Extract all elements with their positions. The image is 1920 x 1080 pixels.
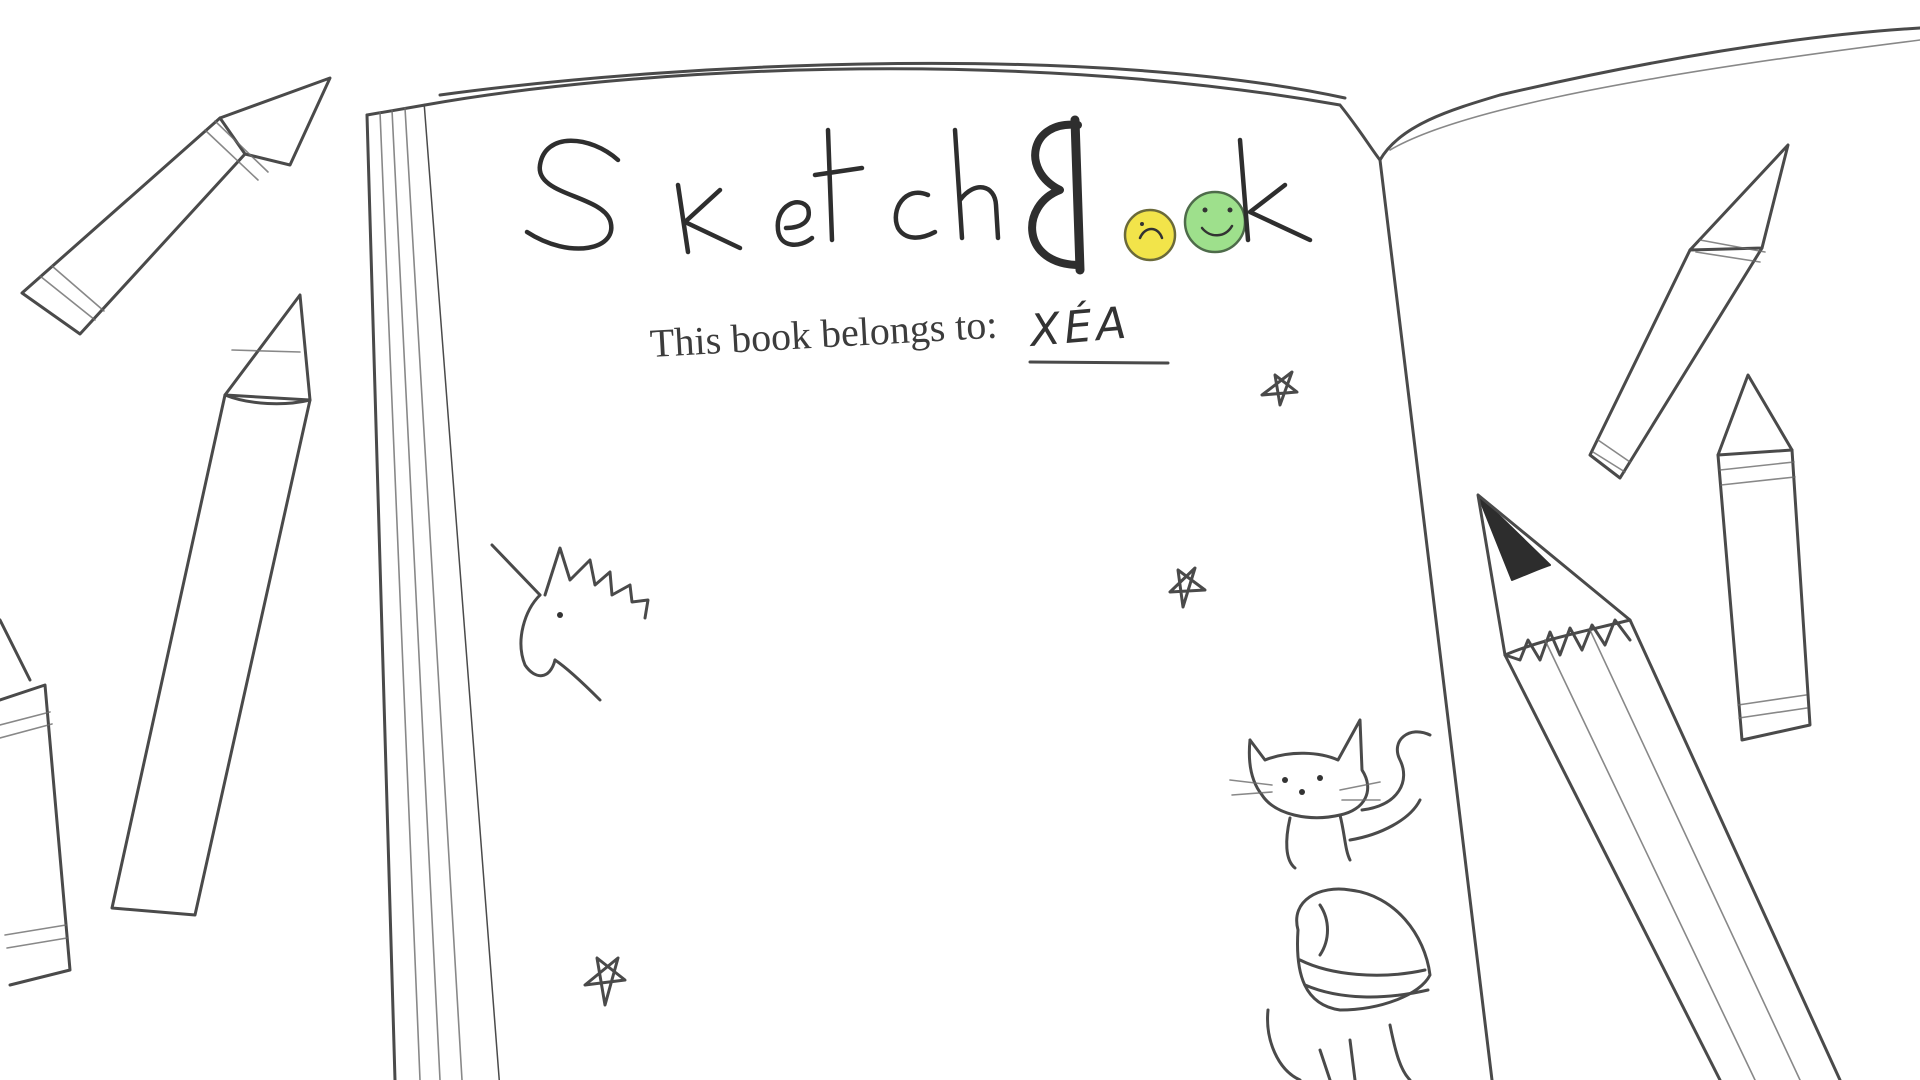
crayon-icon (1716, 373, 1812, 742)
sketchbook-scene (0, 26, 1920, 1080)
pencil-icon (1476, 493, 1842, 1080)
sketchbook-open-pages (365, 26, 1920, 1080)
smiley-face-icon (1123, 208, 1177, 262)
sketchbook-cover-screen: This book belongs to: XÉA (0, 0, 1920, 1080)
smiley-face-icon (1183, 190, 1247, 254)
crayon-icon (1588, 143, 1790, 480)
owner-underline (1028, 360, 1170, 365)
crayon-icon (20, 76, 332, 336)
crayon-icon (110, 293, 312, 917)
crayon-icon (0, 618, 72, 987)
